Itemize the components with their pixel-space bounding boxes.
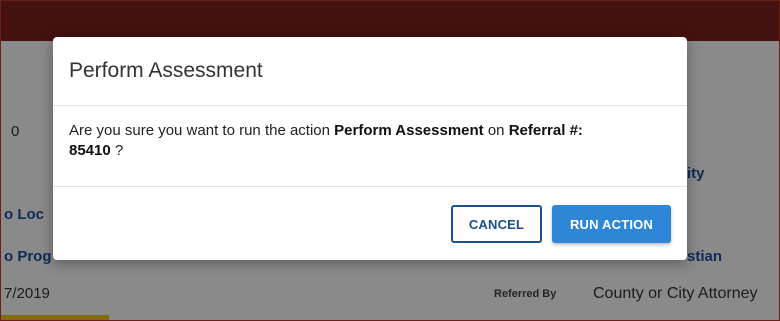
run-action-button[interactable]: RUN ACTION [552,205,671,243]
referral-number: 85410 [69,142,111,159]
dialog-body: Are you sure you want to run the action … [53,106,687,187]
dialog-message: Are you sure you want to run the action … [69,121,669,161]
message-prefix: Are you sure you want to run the action [69,122,335,139]
action-name: Perform Assessment [334,122,484,139]
referral-label: Referral #: [508,122,583,139]
dialog-title: Perform Assessment [69,59,263,82]
dialog-header: Perform Assessment [53,37,687,106]
message-middle: on [483,122,509,139]
dialog-footer: CANCEL RUN ACTION [53,187,687,261]
confirm-dialog: Perform Assessment Are you sure you want… [53,37,687,260]
message-suffix: ? [110,142,124,159]
cancel-button[interactable]: CANCEL [451,205,542,243]
